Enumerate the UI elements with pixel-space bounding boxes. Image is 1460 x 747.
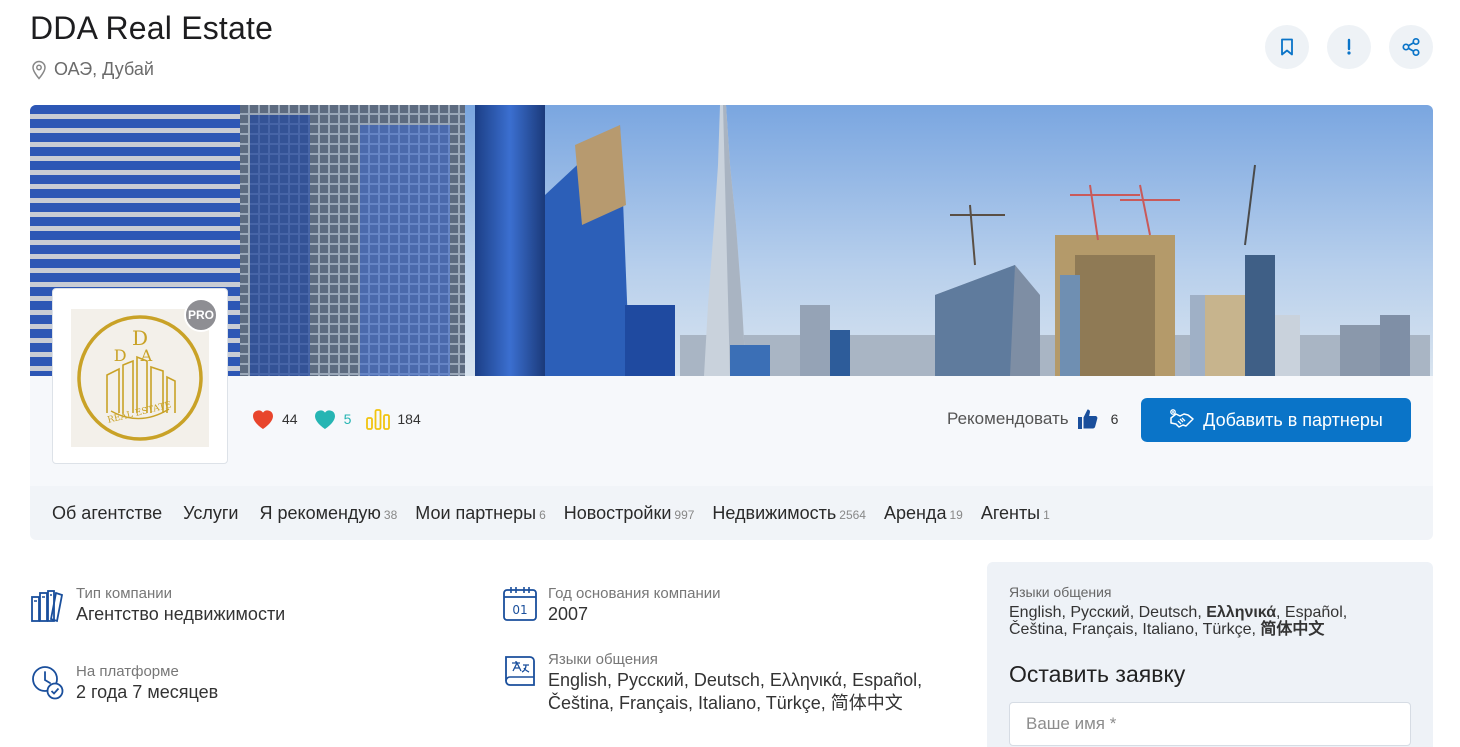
platform-value: 2 года 7 месяцев <box>76 682 219 702</box>
company-type-value: Агентство недвижимости <box>76 604 286 624</box>
name-input[interactable] <box>1009 702 1411 746</box>
platform-block: На платформе 2 года 7 месяцев <box>30 663 218 704</box>
exclamation-icon <box>1347 38 1351 55</box>
tab-services[interactable]: Услуги <box>183 503 241 524</box>
founded-value: 2007 <box>548 604 589 624</box>
translate-book-icon <box>505 656 535 686</box>
calendar-day: 01 <box>512 603 527 617</box>
side-languages-text: English, Русский, Deutsch, Ελληνικά, Esp… <box>1009 604 1348 638</box>
tab-recommend[interactable]: Я рекомендую 38 <box>259 503 397 524</box>
recommend-button[interactable]: Рекомендовать 6 <box>947 406 1118 432</box>
platform-label: На платформе <box>76 663 179 680</box>
share-icon <box>1402 37 1420 57</box>
side-languages-label: Языки общения <box>1009 584 1112 600</box>
languages-block: Языки общения English, Русский, Deutsch,… <box>502 651 922 715</box>
profile-tabs: Об агентстве Услуги Я рекомендую 38 Мои п… <box>30 486 1433 540</box>
languages-line-2: Čeština, Français, Italiano, Türkçe, 简体中… <box>548 693 903 713</box>
views-stat: 184 <box>365 406 421 432</box>
bookmark-icon <box>1281 38 1293 56</box>
recommend-label: Рекомендовать <box>947 409 1069 428</box>
tab-about[interactable]: Об агентстве <box>52 503 165 524</box>
cover-image <box>30 105 1433 376</box>
recommend-count: 6 <box>1110 411 1119 427</box>
tab-partners[interactable]: Мои партнеры 6 <box>415 503 545 524</box>
followers-stat[interactable]: 5 <box>312 406 352 432</box>
tab-rent[interactable]: Аренда 19 <box>884 503 963 524</box>
followers-count: 5 <box>343 411 352 427</box>
tab-real-estate[interactable]: Недвижимость 2564 <box>712 503 866 524</box>
thumbs-up-icon <box>1077 409 1097 429</box>
share-button[interactable] <box>1389 25 1433 69</box>
teal-heart-icon <box>314 410 335 429</box>
request-form-title: Оставить заявку <box>1009 661 1186 687</box>
pro-badge: PRO <box>184 298 218 332</box>
contact-panel: Языки общения English, Русский, Deutsch,… <box>987 562 1433 747</box>
page-title: DDA Real Estate <box>30 10 274 46</box>
views-count: 184 <box>397 411 421 427</box>
clock-check-icon <box>32 666 64 700</box>
add-partner-label: Добавить в партнеры <box>1203 409 1383 430</box>
languages-line-1: English, Русский, Deutsch, Ελληνικά, Esp… <box>548 670 923 690</box>
heart-icon <box>253 410 273 429</box>
likes-stat[interactable]: 44 <box>250 406 298 432</box>
company-type-label: Тип компании <box>76 585 173 602</box>
handshake-icon <box>1170 409 1194 428</box>
profile-stats: 44 5 184 <box>250 406 421 432</box>
tab-agents[interactable]: Агенты 1 <box>981 503 1050 524</box>
languages-label: Языки общения <box>548 651 658 668</box>
location: ОАЭ, Дубай <box>30 59 154 80</box>
header-actions <box>1265 25 1433 69</box>
likes-count: 44 <box>282 411 298 427</box>
books-icon <box>31 590 64 623</box>
bookmark-button[interactable] <box>1265 25 1309 69</box>
bar-chart-icon <box>366 409 391 430</box>
report-button[interactable] <box>1327 25 1371 69</box>
add-partner-button[interactable]: Добавить в партнеры <box>1141 398 1411 442</box>
founded-block: 01 Год основания компании 2007 <box>502 585 721 626</box>
logo-letters-da: DA <box>114 346 166 365</box>
founded-label: Год основания компании <box>548 585 721 602</box>
location-pin-icon <box>32 60 46 80</box>
agency-logo: D DA REAL ESTATE <box>71 309 209 447</box>
location-text: ОАЭ, Дубай <box>54 59 154 79</box>
company-type-block: Тип компании Агентство недвижимости <box>30 585 285 626</box>
tab-new-buildings[interactable]: Новостройки 997 <box>564 503 695 524</box>
calendar-icon: 01 <box>503 587 537 621</box>
